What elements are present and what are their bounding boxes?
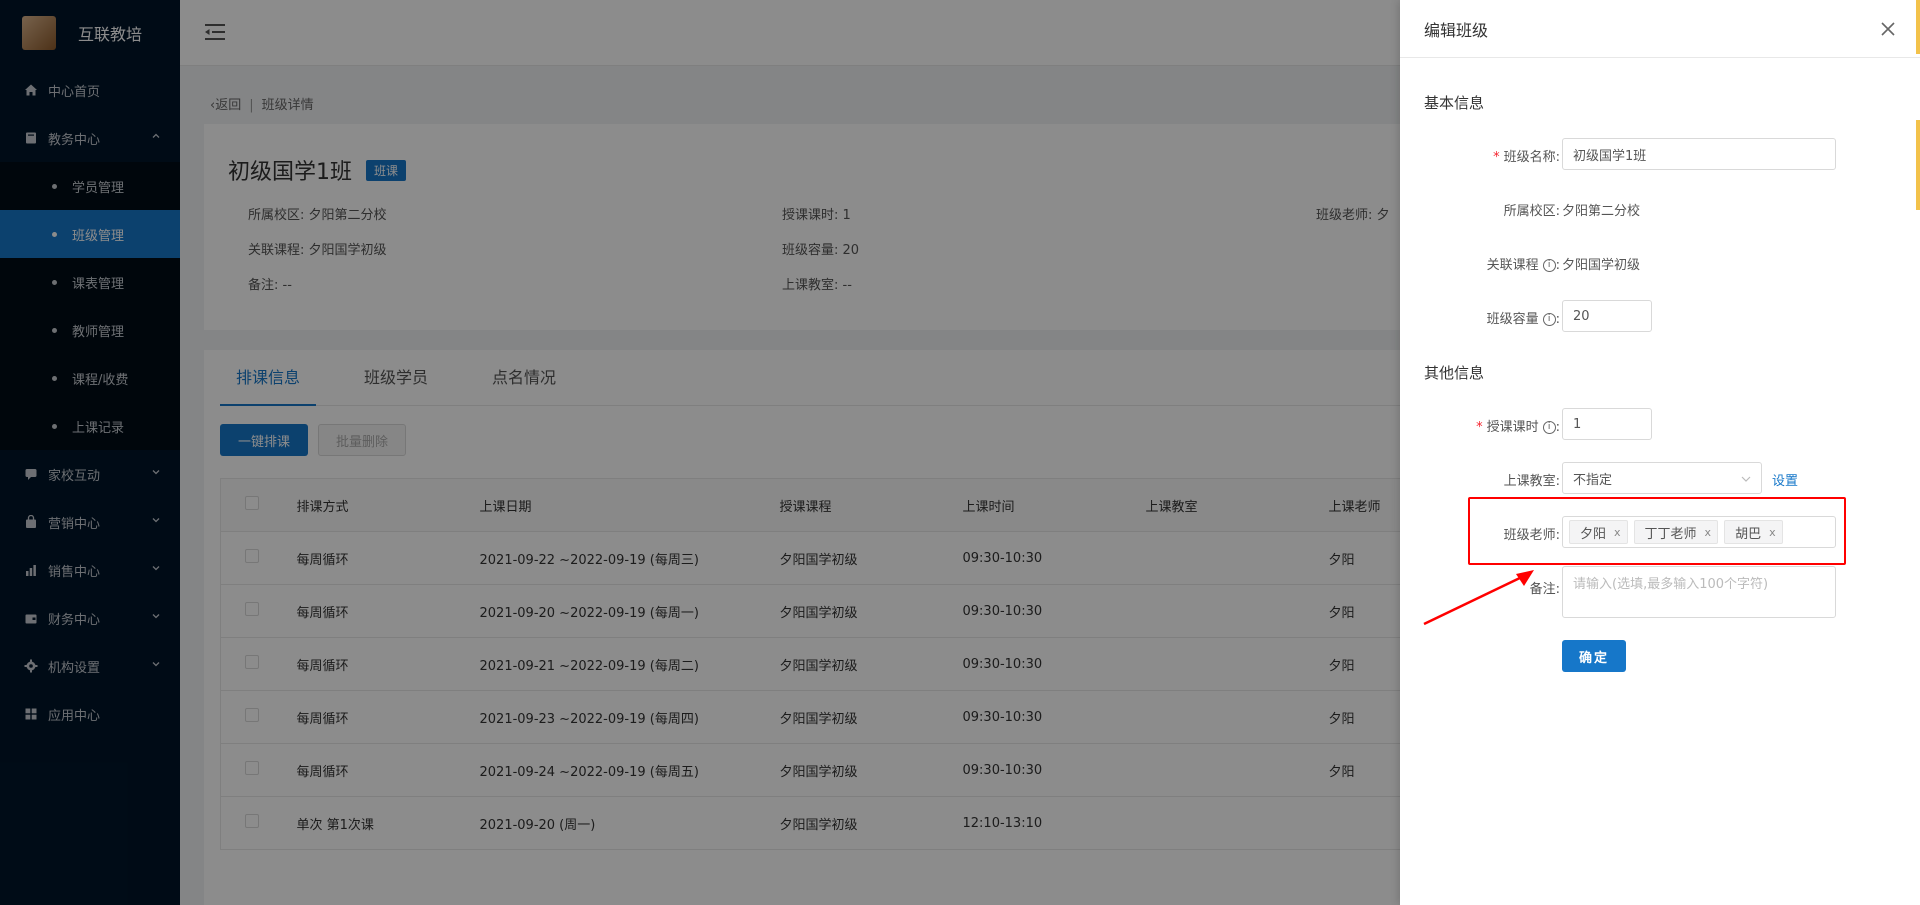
drawer-title: 编辑班级 xyxy=(1424,20,1489,40)
classroom-settings-link[interactable]: 设置 xyxy=(1772,470,1798,489)
annotation-arrow-icon xyxy=(1423,570,1534,626)
capacity-input[interactable]: 20 xyxy=(1562,300,1652,332)
classroom-label: 上课教室: xyxy=(1503,474,1560,489)
section-other-info: 其他信息 xyxy=(1424,364,1485,382)
hours-input[interactable]: 1 xyxy=(1562,408,1652,440)
class-name-label: * 班级名称: xyxy=(1493,150,1560,165)
campus-label: 所属校区: xyxy=(1503,204,1560,219)
drawer-header: 编辑班级 xyxy=(1400,0,1920,58)
info-icon[interactable]: i xyxy=(1542,313,1556,326)
hours-label: * 授课课时 i: xyxy=(1476,420,1560,435)
confirm-button[interactable]: 确定 xyxy=(1562,640,1626,672)
course-value: 夕阳国学初级 xyxy=(1562,258,1641,273)
chevron-down-icon xyxy=(1741,476,1751,482)
info-icon[interactable]: i xyxy=(1542,421,1556,434)
remark-textarea[interactable]: 请输入(选填,最多输入100个字符) xyxy=(1562,566,1836,618)
app-root: 互联教培 中心首页 教务中心 学员管理 班级管理 课表管理 教师管理 课程/收费… xyxy=(0,0,1920,905)
section-basic-info: 基本信息 xyxy=(1424,94,1485,112)
class-name-input[interactable]: 初级国学1班 xyxy=(1562,138,1836,170)
info-icon[interactable]: i xyxy=(1542,259,1556,272)
classroom-select[interactable]: 不指定 xyxy=(1562,462,1762,494)
close-icon[interactable] xyxy=(1880,21,1896,37)
classroom-selected: 不指定 xyxy=(1573,472,1613,488)
edit-class-drawer: 编辑班级 基本信息 * 班级名称: 初级国学1班 所属校区: 夕阳第二分校 关联课… xyxy=(1400,0,1920,905)
annotation-highlight-box xyxy=(1468,497,1846,565)
scrollbar-accent xyxy=(1916,0,1920,54)
campus-value: 夕阳第二分校 xyxy=(1562,204,1641,219)
course-label: 关联课程 i: xyxy=(1486,258,1560,273)
scrollbar-accent xyxy=(1916,120,1920,210)
required-mark: * xyxy=(1493,150,1500,165)
capacity-label: 班级容量 i: xyxy=(1486,312,1560,327)
required-mark: * xyxy=(1476,420,1483,435)
